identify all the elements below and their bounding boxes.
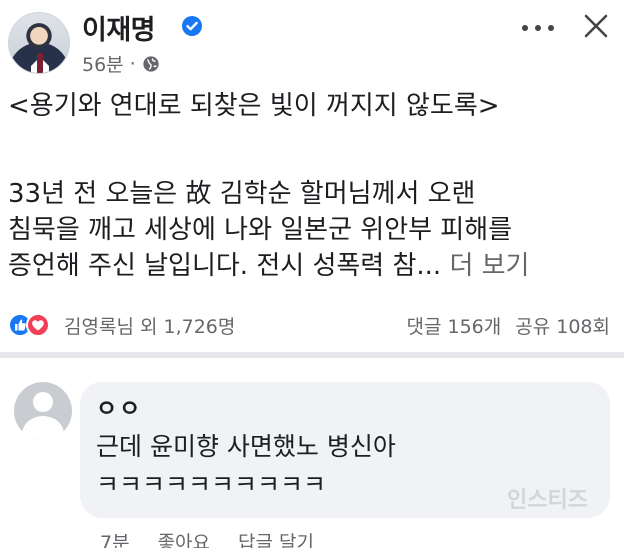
see-more-link[interactable]: 더 보기: [449, 251, 529, 281]
comment-like-button[interactable]: 좋아요: [158, 528, 210, 548]
reactors-summary[interactable]: 김영록님 외 1,726명: [64, 312, 235, 339]
post-stats: 댓글 156개 공유 108회: [407, 312, 611, 339]
post-line-3: 증언해 주신 날입니다. 전시 성폭력 참...: [8, 251, 442, 281]
comment-reply-button[interactable]: 답글 달기: [238, 528, 314, 548]
post-body: <용기와 연대로 되찾은 빛이 꺼지지 않도록> 33년 전 오늘은 故 김학순…: [8, 88, 616, 284]
post-meta: 56분 ·: [82, 50, 160, 77]
reactions-row: 김영록님 외 1,726명 댓글 156개 공유 108회: [8, 310, 616, 340]
commenter-name[interactable]: ㅇㅇ: [96, 394, 594, 424]
close-icon[interactable]: [582, 12, 610, 40]
avatar-tie: [37, 53, 43, 73]
section-divider: [0, 352, 624, 358]
author-avatar[interactable]: [8, 12, 70, 74]
comment-bubble: ㅇㅇ 근데 윤미향 사면했노 병신아 ㅋㅋㅋㅋㅋㅋㅋㅋㅋㅋ 인스티즈: [80, 382, 610, 518]
globe-icon: [143, 55, 159, 72]
post-line-1: 33년 전 오늘은 故 김학순 할머님께서 오랜: [8, 179, 476, 209]
more-options-icon[interactable]: [520, 18, 556, 38]
verified-icon: [182, 16, 202, 36]
post-time[interactable]: 56분: [82, 50, 124, 77]
post-paragraph: 33년 전 오늘은 故 김학순 할머님께서 오랜 침묵을 깨고 세상에 나와 일…: [8, 176, 616, 284]
share-count[interactable]: 공유 108회: [515, 312, 610, 339]
love-reaction-icon: [26, 313, 50, 337]
watermark: 인스티즈: [507, 488, 588, 513]
default-avatar-icon[interactable]: [14, 382, 72, 440]
author-name[interactable]: 이재명: [82, 8, 156, 47]
comment-time: 7분: [100, 532, 130, 548]
comment-line-1: 근데 윤미향 사면했노 병신아: [96, 432, 396, 461]
post-title: <용기와 연대로 되찾은 빛이 꺼지지 않도록>: [8, 91, 500, 121]
comment-actions: 7분 좋아요 답글 달기: [100, 528, 314, 548]
reaction-icons[interactable]: [8, 313, 52, 337]
post-line-3-wrap: 증언해 주신 날입니다. 전시 성폭력 참... 더 보기: [8, 248, 616, 284]
meta-separator: ·: [129, 52, 136, 75]
post-line-2: 침묵을 깨고 세상에 나와 일본군 위안부 피해를: [8, 215, 513, 245]
comment-count[interactable]: 댓글 156개: [407, 312, 502, 339]
post-header: 이재명 56분 ·: [8, 8, 616, 78]
